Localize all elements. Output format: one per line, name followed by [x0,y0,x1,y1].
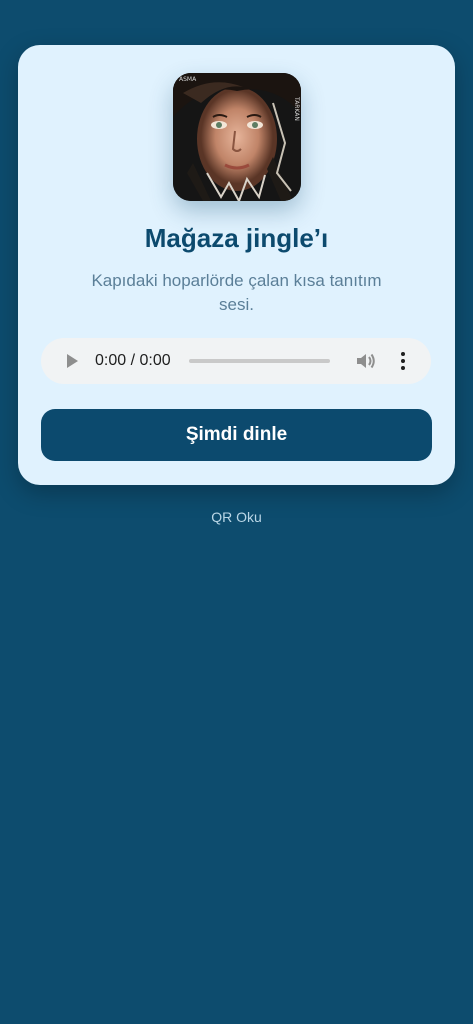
time-display: 0:00 / 0:00 [95,352,171,369]
progress-slider[interactable] [189,359,330,363]
svg-text:ASMA: ASMA [179,76,197,83]
audio-player[interactable]: 0:00 / 0:00 [41,338,431,384]
play-icon[interactable] [67,354,78,368]
qr-scan-link[interactable]: QR Oku [0,509,473,525]
track-title: Mağaza jingle’ı [144,223,329,253]
listen-now-button[interactable]: Şimdi dinle [41,409,432,461]
media-card: ASMA TARKAN Mağaza jingle’ı Kapıdaki hop… [18,45,455,485]
more-options-icon[interactable] [393,351,413,371]
volume-icon[interactable] [355,351,377,371]
svg-text:TARKAN: TARKAN [293,96,300,121]
album-cover-image: ASMA TARKAN [173,73,301,201]
track-description: Kapıdaki hoparlörde çalan kısa tanıtım s… [91,271,382,314]
